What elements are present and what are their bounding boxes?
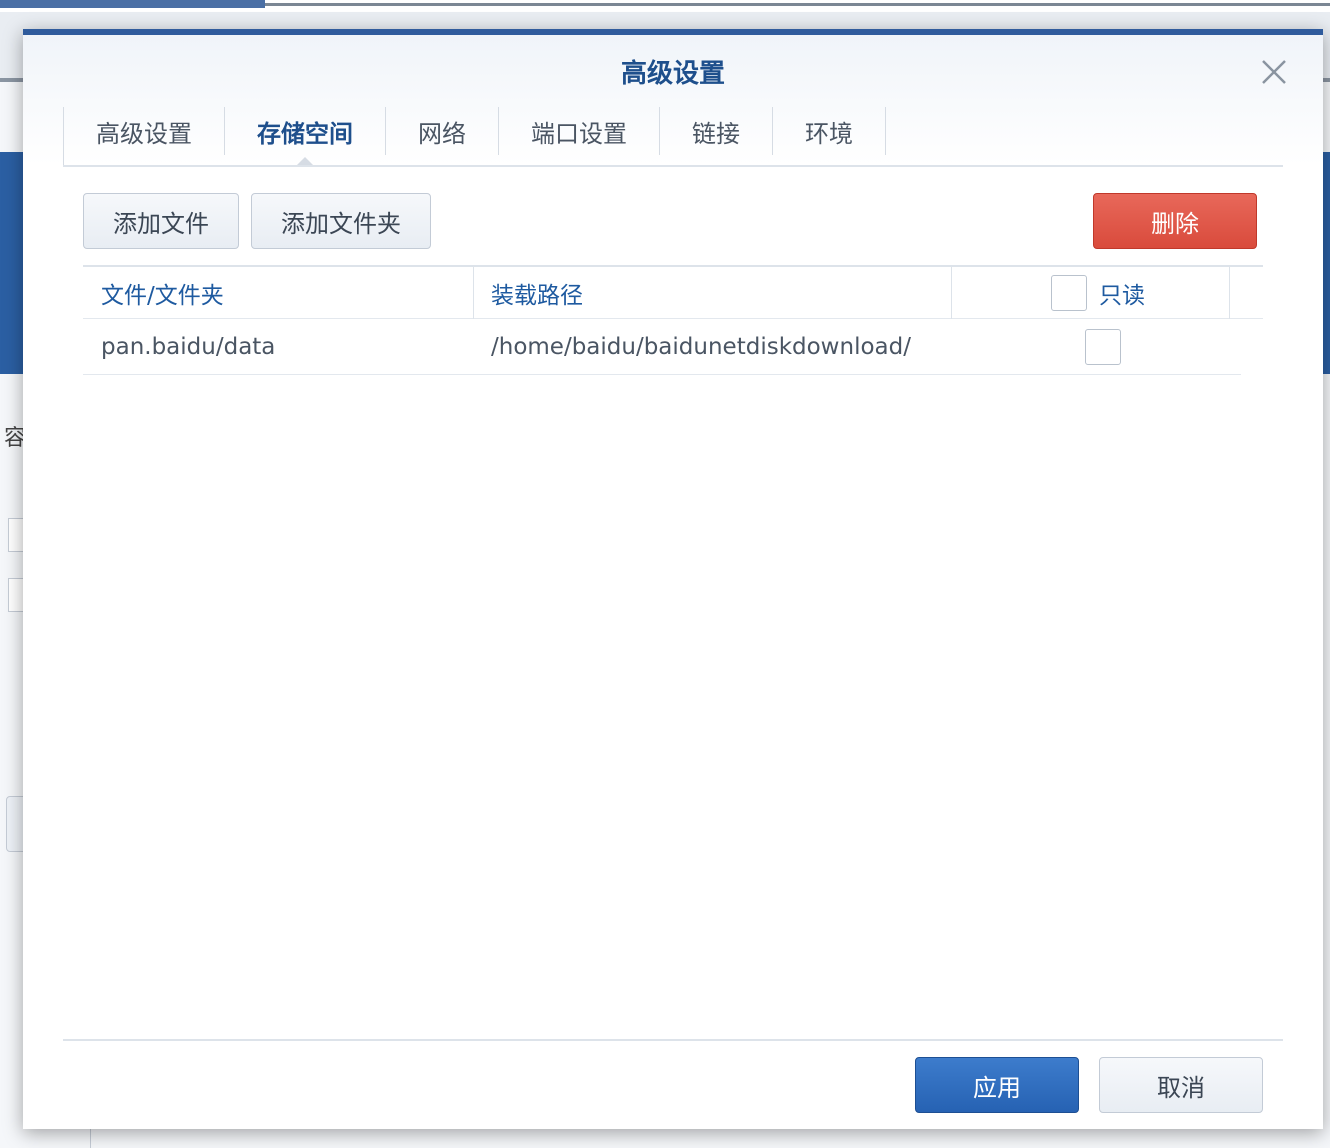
tab-environment[interactable]: 环境	[773, 107, 886, 155]
add-folder-button[interactable]: 添加文件夹	[251, 193, 431, 249]
cell-file: pan.baidu/data	[101, 334, 276, 360]
delete-button[interactable]: 删除	[1093, 193, 1257, 249]
close-button[interactable]	[1259, 57, 1289, 87]
read-only-select-all-checkbox[interactable]	[1051, 275, 1087, 311]
advanced-settings-dialog: 高级设置 高级设置 存储空间 网络 端口设置 链接 环境 添加文件 添加文件夹 …	[23, 29, 1323, 1129]
background-progress-line	[265, 3, 1330, 6]
tab-network[interactable]: 网络	[386, 107, 499, 155]
close-icon	[1262, 60, 1286, 84]
column-divider	[1229, 267, 1230, 319]
tab-links[interactable]: 链接	[660, 107, 773, 155]
column-header-mount-path[interactable]: 装载路径	[491, 267, 583, 319]
tab-storage[interactable]: 存储空间	[225, 107, 386, 165]
dialog-title: 高级设置	[620, 59, 725, 89]
column-header-file[interactable]: 文件/文件夹	[101, 267, 224, 319]
cancel-button[interactable]: 取消	[1099, 1057, 1263, 1113]
tab-divider	[63, 165, 1283, 167]
cell-mount-path: /home/baidu/baidunetdiskdownload/	[491, 334, 911, 360]
background-divider	[90, 1128, 91, 1148]
storage-table: 文件/文件夹 装载路径 只读 pan.baidu/data /home/baid…	[83, 265, 1263, 375]
add-file-button[interactable]: 添加文件	[83, 193, 239, 249]
column-divider	[951, 267, 952, 319]
table-header: 文件/文件夹 装载路径 只读	[83, 265, 1263, 319]
tab-advanced-settings[interactable]: 高级设置	[64, 107, 225, 155]
footer-divider	[63, 1039, 1283, 1041]
column-divider	[473, 267, 474, 319]
table-row[interactable]: pan.baidu/data /home/baidu/baidunetdiskd…	[83, 319, 1241, 375]
tab-bar: 高级设置 存储空间 网络 端口设置 链接 环境	[63, 107, 886, 165]
tab-port-settings[interactable]: 端口设置	[499, 107, 660, 155]
read-only-checkbox[interactable]	[1085, 329, 1121, 365]
column-header-read-only[interactable]: 只读	[1099, 267, 1145, 319]
background-top-bar	[0, 0, 1330, 12]
background-tab-strip	[0, 0, 265, 8]
apply-button[interactable]: 应用	[915, 1057, 1079, 1113]
